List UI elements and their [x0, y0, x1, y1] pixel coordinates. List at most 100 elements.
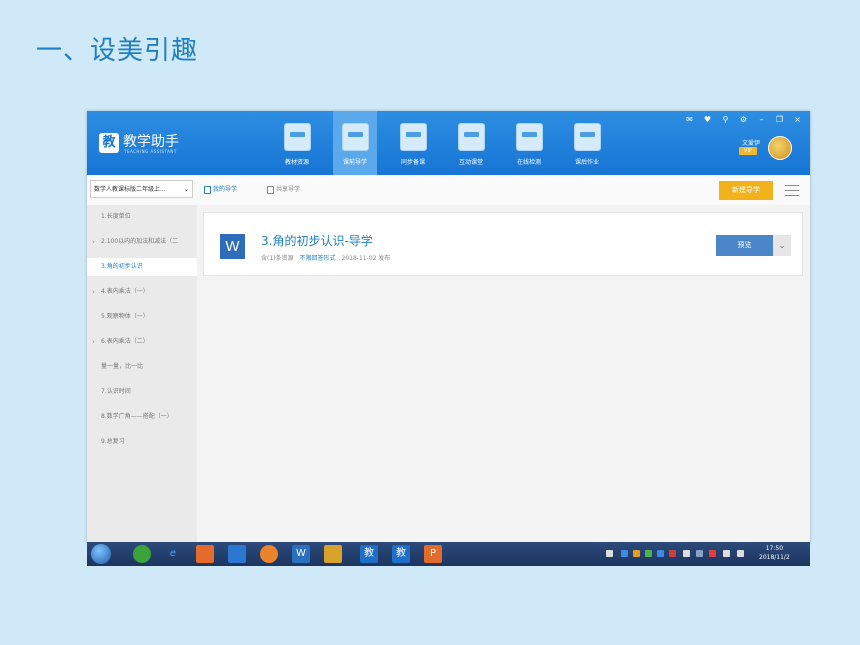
- tray-icon[interactable]: [621, 550, 628, 557]
- close-button[interactable]: ×: [793, 115, 802, 124]
- taskbar-clock[interactable]: 17:50 2018/11/2: [759, 544, 790, 562]
- answer-form: 不限回答形式: [299, 255, 336, 262]
- list-app-icon[interactable]: [228, 545, 246, 563]
- nav-label: 同步备课: [400, 159, 425, 166]
- media-app-icon[interactable]: [196, 545, 214, 563]
- sidebar-item[interactable]: 7.认识时间: [87, 383, 197, 401]
- chevron-down-icon: ⌄: [183, 186, 189, 193]
- tray-icon[interactable]: [606, 550, 613, 557]
- clock-time: 17:50: [765, 545, 784, 552]
- sidebar-item-label: 8.数学广角——搭配（一）: [101, 413, 173, 420]
- document-card[interactable]: W 3.角的初步认识-导学 含(1)条资源 不限回答形式 2018-11-02 发布…: [203, 212, 803, 276]
- sidebar-item-label: 量一量，比一比: [101, 363, 144, 370]
- tray-icon[interactable]: [645, 550, 652, 557]
- tray-icon[interactable]: [683, 550, 690, 557]
- taskbar: e W 教 教 P 17:50 2018/11/2: [87, 542, 810, 566]
- tab-label: 共享导学: [276, 186, 301, 193]
- interactive-class-icon: [457, 123, 485, 151]
- chevron-right-icon[interactable]: ›: [92, 233, 95, 251]
- avatar[interactable]: [768, 136, 792, 160]
- tray-icon[interactable]: [657, 550, 664, 557]
- document-meta: 含(1)条资源 不限回答形式 2018-11-02 发布: [261, 253, 390, 262]
- settings-icon[interactable]: ⚙: [739, 115, 748, 124]
- chevron-right-icon[interactable]: ›: [92, 333, 95, 351]
- sidebar-item-label: 3.角的初步认识: [101, 263, 143, 270]
- sidebar-item-label: 7.认识时间: [101, 388, 131, 395]
- nav-item-homework[interactable]: 课后作业: [565, 111, 609, 175]
- document-icon: [204, 185, 211, 194]
- sidebar-item[interactable]: › 6.表内乘法（二）: [87, 333, 197, 351]
- sidebar-item[interactable]: 8.数学广角——搭配（一）: [87, 408, 197, 426]
- toolbar: 数学人教课标版二年级上... ⌄ 我的导学 共享导学 新建导学: [87, 175, 810, 206]
- sidebar-item-label: 6.表内乘法（二）: [101, 338, 149, 345]
- sidebar-item[interactable]: 量一量，比一比: [87, 358, 197, 376]
- sidebar-item-label: 4.表内乘法（一）: [101, 288, 149, 295]
- chapter-sidebar: 1.长度单位 › 2.100以内的加法和减法（二 3.角的初步认识 › 4.表内…: [87, 205, 197, 543]
- tab-label: 我的导学: [213, 186, 238, 193]
- presentation-icon[interactable]: P: [424, 545, 442, 563]
- pin-icon[interactable]: ⚲: [721, 115, 730, 124]
- word-app-icon[interactable]: W: [292, 545, 310, 563]
- content-area: W 3.角的初步认识-导学 含(1)条资源 不限回答形式 2018-11-02 发布…: [197, 205, 810, 543]
- minimize-button[interactable]: –: [757, 115, 766, 124]
- word-doc-icon: W: [220, 234, 245, 259]
- tray-icon[interactable]: [633, 550, 640, 557]
- nav-item-interactive-class[interactable]: 互动课堂: [449, 111, 493, 175]
- tab-my-guides[interactable]: 我的导学: [204, 184, 237, 194]
- nav-label: 课前导学: [342, 159, 367, 166]
- sidebar-item[interactable]: › 2.100以内的加法和减法（二: [87, 233, 197, 251]
- teaching-assistant-icon[interactable]: 教: [360, 545, 378, 563]
- document-title[interactable]: 3.角的初步认识-导学: [261, 232, 373, 249]
- sidebar-item[interactable]: › 4.表内乘法（一）: [87, 283, 197, 301]
- nav-label: 在线检测: [516, 159, 541, 166]
- sidebar-item[interactable]: 5.观察物体（一）: [87, 308, 197, 326]
- tray-icon[interactable]: [709, 550, 716, 557]
- nav-item-lesson-prep[interactable]: 同步备课: [391, 111, 435, 175]
- app-360-icon[interactable]: [133, 545, 151, 563]
- tray-icon[interactable]: [669, 550, 676, 557]
- notification-icon[interactable]: ♥: [703, 115, 712, 124]
- folder-icon[interactable]: [324, 545, 342, 563]
- new-guide-button[interactable]: 新建导学: [719, 181, 773, 200]
- message-icon[interactable]: ✉: [685, 115, 694, 124]
- firefox-icon[interactable]: [260, 545, 278, 563]
- nav-item-online-test[interactable]: 在线检测: [507, 111, 551, 175]
- user-name[interactable]: 文爱伊: [742, 138, 760, 147]
- volume-icon[interactable]: [737, 550, 744, 557]
- preview-button[interactable]: 预览: [716, 235, 773, 256]
- main-nav: 教材资源 课前导学 同步备课 互动课堂 在线检测 课后作业: [275, 111, 623, 175]
- nav-label: 课后作业: [574, 159, 599, 166]
- maximize-button[interactable]: ❐: [775, 115, 784, 124]
- vip-badge: VIP: [739, 147, 757, 155]
- app-window: 教 教学助手 TEACHING ASSISTANT 教材资源 课前导学 同步备课…: [87, 111, 810, 543]
- ie-browser-icon[interactable]: e: [164, 545, 182, 563]
- sidebar-item[interactable]: 9.总复习: [87, 433, 197, 451]
- app-subtitle: TEACHING ASSISTANT: [124, 149, 177, 154]
- grade-select-value: 数学人教课标版二年级上...: [94, 186, 166, 193]
- sidebar-item-label: 9.总复习: [101, 438, 125, 445]
- nav-item-textbook[interactable]: 教材资源: [275, 111, 319, 175]
- chevron-right-icon[interactable]: ›: [92, 283, 95, 301]
- sidebar-item-label: 2.100以内的加法和减法（二: [101, 238, 179, 245]
- nav-label: 教材资源: [284, 159, 309, 166]
- sidebar-item[interactable]: 1.长度单位: [87, 208, 197, 226]
- nav-item-preview-guide[interactable]: 课前导学: [333, 111, 377, 175]
- textbook-icon: [283, 123, 311, 151]
- window-controls: ✉ ♥ ⚲ ⚙ – ❐ ×: [685, 115, 802, 124]
- nav-label: 互动课堂: [458, 159, 483, 166]
- app-header: 教 教学助手 TEACHING ASSISTANT 教材资源 课前导学 同步备课…: [87, 111, 810, 175]
- start-button[interactable]: [91, 544, 111, 564]
- grade-select[interactable]: 数学人教课标版二年级上... ⌄: [90, 180, 193, 198]
- teaching-assistant-icon[interactable]: 教: [392, 545, 410, 563]
- lesson-prep-icon: [399, 123, 427, 151]
- slide-title: 一、设美引趣: [36, 36, 199, 66]
- sidebar-item[interactable]: 3.角的初步认识: [87, 258, 197, 276]
- network-icon[interactable]: [723, 550, 730, 557]
- document-icon: [267, 185, 274, 194]
- tab-shared-guides[interactable]: 共享导学: [267, 184, 300, 194]
- menu-icon[interactable]: [785, 185, 799, 200]
- preview-guide-icon: [341, 123, 369, 151]
- homework-icon: [573, 123, 601, 151]
- chevron-down-icon[interactable]: ⌄: [773, 235, 791, 256]
- tray-icon[interactable]: [696, 550, 703, 557]
